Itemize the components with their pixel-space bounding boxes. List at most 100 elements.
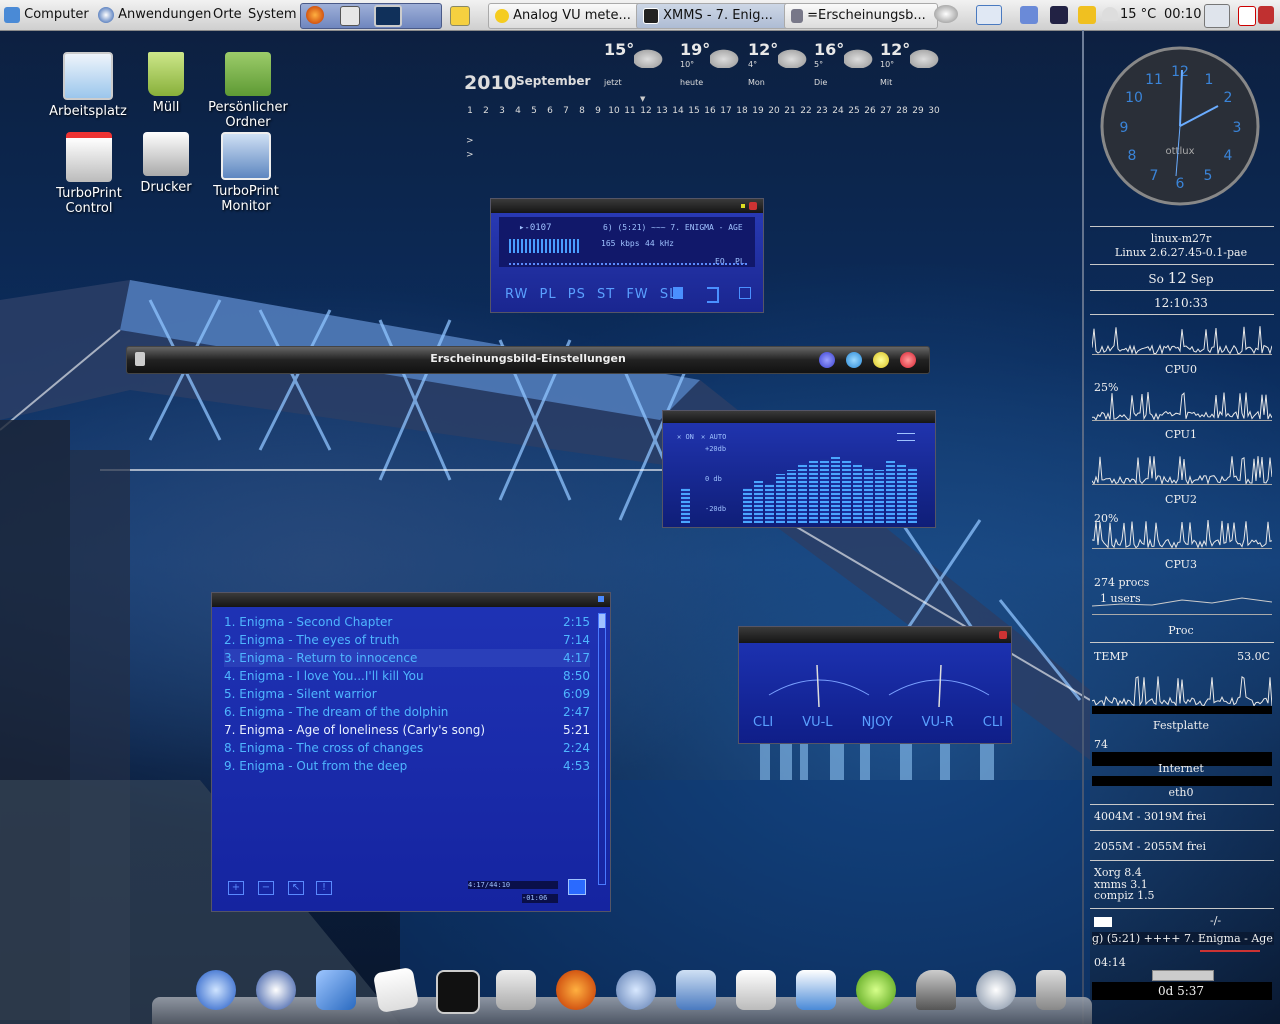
menu-button[interactable] (819, 352, 835, 368)
eq-band-slider[interactable] (765, 484, 774, 523)
select-icon[interactable]: ↖ (288, 881, 304, 895)
eq-band-slider[interactable] (754, 481, 763, 523)
playlist-row[interactable]: 9. Enigma - Out from the deep 4:53 (224, 757, 590, 775)
calendar-day[interactable]: 19 (750, 106, 766, 116)
calendar-day[interactable]: 13 (654, 106, 670, 116)
eq-band-slider[interactable] (798, 463, 807, 523)
repeat-icon[interactable] (707, 287, 719, 303)
calendar-day[interactable]: 1 (462, 106, 478, 116)
eq-band-slider[interactable] (908, 467, 917, 523)
xmms-equalizer-window[interactable]: ✕ ON ✕ AUTO +20db 0 db -20db (662, 410, 936, 528)
network-globe-icon[interactable] (196, 970, 236, 1010)
calendar-day[interactable]: 18 (734, 106, 750, 116)
lime-chat-icon[interactable] (856, 970, 896, 1010)
calendar-day[interactable]: 29 (910, 106, 926, 116)
weather-applet-icon[interactable] (1078, 6, 1096, 24)
network-tree-launcher-icon[interactable] (340, 6, 360, 26)
volume-icon[interactable] (934, 5, 958, 23)
xmms-titlebar[interactable] (491, 199, 763, 213)
calendar-day[interactable]: 9 (590, 106, 606, 116)
stats-icon[interactable] (673, 287, 683, 299)
applications-menu[interactable]: Anwendungen (98, 0, 211, 30)
calendar-day[interactable]: 8 (574, 106, 590, 116)
eq-band-slider[interactable] (743, 488, 752, 523)
eq-band-slider[interactable] (897, 463, 906, 523)
play-button[interactable]: PL (540, 287, 557, 302)
notes-launcher-icon[interactable] (450, 6, 470, 26)
calendar-day[interactable]: 12 (638, 106, 654, 116)
calendar-day[interactable]: 3 (494, 106, 510, 116)
desktop-icon[interactable] (1020, 6, 1038, 24)
task-xmms[interactable]: XMMS - 7. Enig... (636, 3, 790, 29)
maximize-button[interactable] (873, 352, 889, 368)
remove-icon[interactable]: − (258, 881, 274, 895)
misc-icon[interactable]: ! (316, 881, 332, 895)
calendar-day[interactable]: 27 (878, 106, 894, 116)
close-icon[interactable] (999, 631, 1007, 639)
eq-presets-icon[interactable] (897, 433, 915, 441)
calendar-day[interactable]: 10 (606, 106, 622, 116)
eq-band-slider[interactable] (831, 456, 840, 523)
player-controls[interactable] (1152, 970, 1214, 981)
eq-on-toggle[interactable]: ✕ ON (677, 433, 694, 441)
terminal-icon[interactable] (436, 970, 480, 1014)
stop-button[interactable]: ST (597, 287, 615, 302)
music-icon[interactable] (616, 970, 656, 1010)
screen-icon[interactable] (1050, 6, 1068, 24)
appearance-window-titlebar[interactable]: Erscheinungsbild-Einstellungen (126, 346, 930, 374)
shuffle-icon[interactable] (739, 287, 751, 299)
firefox-icon[interactable] (556, 970, 596, 1010)
calendar-arrow-icon[interactable]: > (466, 136, 474, 146)
calendar-arrow-icon[interactable]: > (466, 150, 474, 160)
scrollbar-thumb[interactable] (599, 614, 605, 628)
home-icon[interactable] (256, 970, 296, 1010)
trash-dock-icon[interactable] (1036, 970, 1066, 1010)
eq-band-slider[interactable] (820, 459, 829, 523)
eq-auto-toggle[interactable]: ✕ AUTO (701, 433, 726, 441)
playlist-scrollbar[interactable] (598, 613, 606, 885)
playlist-row[interactable]: 1. Enigma - Second Chapter 2:15 (224, 613, 590, 631)
equalizer-titlebar[interactable] (663, 411, 935, 423)
panel-clock[interactable]: 00:10 (1164, 0, 1201, 30)
close-icon[interactable] (749, 202, 757, 210)
printer-tray-icon[interactable] (976, 5, 1002, 25)
calendar-day[interactable]: 25 (846, 106, 862, 116)
mail-icon[interactable] (1094, 917, 1112, 927)
calendar-day[interactable]: 2 (478, 106, 494, 116)
calendar-day[interactable]: 11 (622, 106, 638, 116)
pause-button[interactable]: PS (568, 287, 586, 302)
shade-icon[interactable] (741, 204, 745, 208)
desktop-icon-turboprint-monitor[interactable]: TurboPrint Monitor (192, 132, 300, 214)
eq-band-slider[interactable] (864, 467, 873, 523)
calendar-day[interactable]: 5 (526, 106, 542, 116)
playlist-row[interactable]: 5. Enigma - Silent warrior 6:09 (224, 685, 590, 703)
calendar-day[interactable]: 22 (798, 106, 814, 116)
calendar-day[interactable]: 30 (926, 106, 942, 116)
mail-app-icon[interactable] (316, 970, 356, 1010)
playlist-row[interactable]: 3. Enigma - Return to innocence 4:17 (224, 649, 590, 667)
playlist-row[interactable]: 4. Enigma - I love You...I'll kill You 8:… (224, 667, 590, 685)
eq-band-slider[interactable] (809, 460, 818, 523)
desktop-icon-home-folder[interactable]: Persönlicher Ordner (194, 52, 302, 130)
system-menu[interactable]: System (248, 0, 296, 30)
calendar-day[interactable]: 21 (782, 106, 798, 116)
logout-icon[interactable] (1238, 6, 1256, 26)
playlist-row[interactable]: 8. Enigma - The cross of changes 2:24 (224, 739, 590, 757)
network-computers-icon[interactable] (676, 970, 716, 1010)
seek-bar[interactable] (509, 263, 749, 265)
calendar-day[interactable]: 16 (702, 106, 718, 116)
vu-titlebar[interactable] (739, 627, 1011, 643)
eq-band-slider[interactable] (776, 474, 785, 523)
forward-button[interactable]: FW (626, 287, 648, 302)
calendar-day[interactable]: 23 (814, 106, 830, 116)
list-options-icon[interactable] (568, 879, 586, 895)
yast-icon[interactable] (496, 970, 536, 1010)
shutdown-icon[interactable] (1258, 6, 1274, 24)
computer-menu[interactable]: Computer (4, 0, 89, 30)
xmms-playlist-window[interactable]: 1. Enigma - Second Chapter 2:15 2. Enigma … (211, 592, 611, 912)
desktop-switcher-icon[interactable] (374, 5, 402, 27)
eq-band-slider[interactable] (875, 470, 884, 523)
office-impress-icon[interactable] (736, 970, 776, 1010)
add-icon[interactable]: + (228, 881, 244, 895)
rewind-button[interactable]: RW (505, 287, 528, 302)
